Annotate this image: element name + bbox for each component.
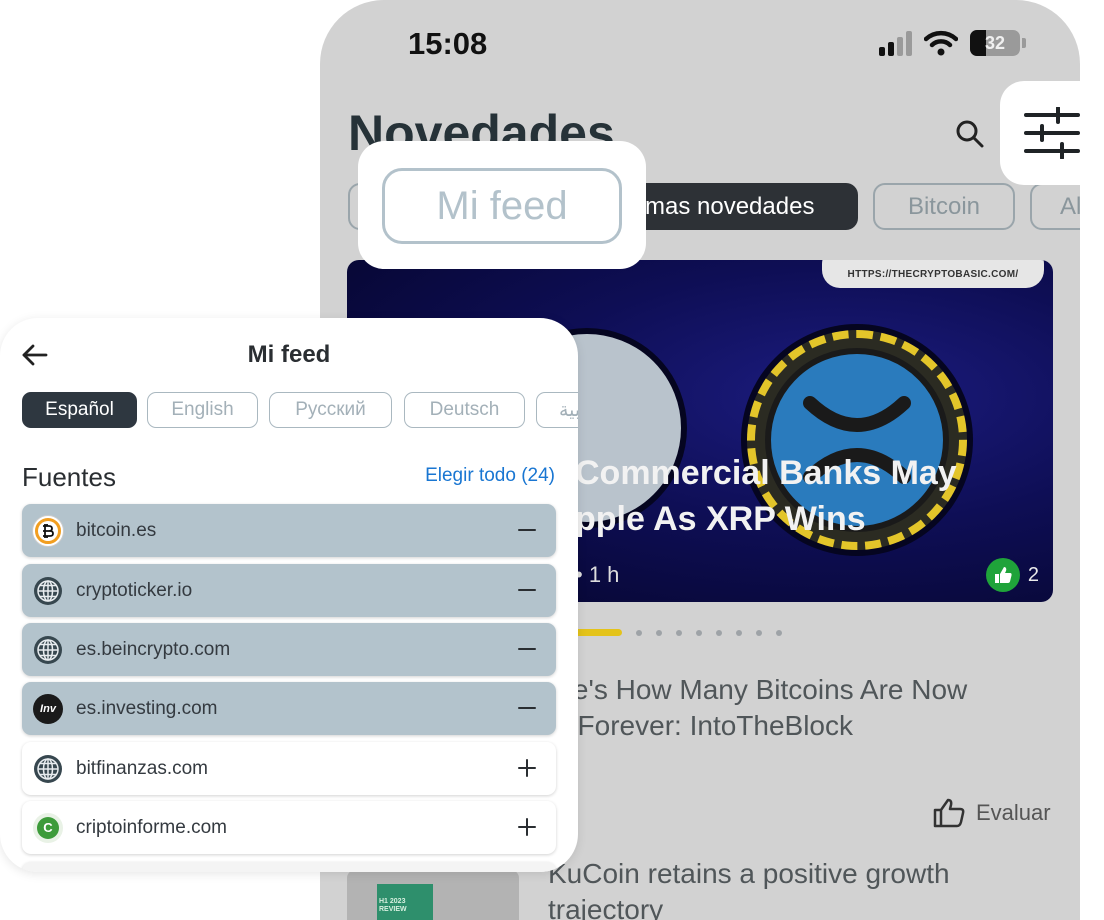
lang-deutsch[interactable]: Deutsch <box>404 392 525 428</box>
minus-icon[interactable] <box>516 638 538 660</box>
source-item-partial[interactable] <box>22 862 556 872</box>
battery-icon: 32 <box>970 30 1020 56</box>
status-icons: 32 <box>879 30 1026 56</box>
plus-icon[interactable] <box>516 757 538 779</box>
lang-russian[interactable]: Русский <box>269 392 392 428</box>
source-name: cryptoticker.io <box>76 579 193 601</box>
globe-icon <box>34 635 62 664</box>
plus-icon[interactable] <box>516 816 538 838</box>
pager-dot[interactable] <box>676 629 682 636</box>
thumbs-up-icon <box>985 558 1020 592</box>
globe-icon <box>34 754 62 783</box>
lang-arabic[interactable]: عربية <box>536 392 578 428</box>
article-thumbnail[interactable]: H1 2023 REVIEW <box>347 870 519 920</box>
source-name: es.beincrypto.com <box>76 638 231 660</box>
cellular-signal-icon <box>879 30 912 56</box>
mi-feed-chip[interactable]: Mi feed <box>382 168 622 244</box>
tab-ultimas-novedades[interactable]: mas novedades <box>628 183 858 230</box>
select-all-link[interactable]: Elegir todo (24) <box>425 465 555 487</box>
hero-time: • 1 h <box>575 562 620 587</box>
source-name: bitcoin.es <box>76 519 157 541</box>
mi-feed-panel: Mi feed Español English Русский Deutsch … <box>0 318 578 872</box>
minus-icon[interactable] <box>516 579 538 601</box>
investing-logo-icon: Inv <box>33 693 63 724</box>
thumbnail-text: H1 2023 REVIEW <box>379 898 407 913</box>
thumbs-up-outline-icon <box>933 798 965 828</box>
tab-bitcoin[interactable]: Bitcoin <box>873 183 1015 230</box>
source-item-bitfinanzas[interactable]: bitfinanzas.com <box>22 742 556 795</box>
lang-espanol[interactable]: Español <box>22 392 137 428</box>
carousel-pager <box>548 629 782 636</box>
sliders-icon <box>1024 107 1080 159</box>
battery-tip <box>1022 38 1026 48</box>
lang-english[interactable]: English <box>147 392 258 428</box>
pager-dot[interactable] <box>736 629 742 636</box>
article-title[interactable]: ere's How Many Bitcoins Are Now st Forev… <box>548 672 1048 744</box>
pager-dot[interactable] <box>656 629 662 636</box>
panel-title: Mi feed <box>247 341 331 368</box>
hero-title: Commercial Banks May pple As XRP Wins <box>575 454 957 538</box>
article2-title[interactable]: KuCoin retains a positive growth traject… <box>548 856 1048 920</box>
pager-dot[interactable] <box>716 629 722 636</box>
thumbnail-screen: H1 2023 REVIEW <box>377 884 433 920</box>
search-icon[interactable] <box>952 116 988 152</box>
source-item-investing[interactable]: Inv es.investing.com <box>22 682 556 735</box>
rate-label: Evaluar <box>976 800 1051 825</box>
sources-heading: Fuentes <box>22 462 116 492</box>
hero-source-url: HTTPS://THECRYPTOBASIC.COM/ <box>822 260 1044 288</box>
mi-feed-highlight: Mi feed <box>358 141 646 269</box>
rate-button[interactable]: Evaluar <box>932 797 1051 829</box>
language-tabs: Español English Русский Deutsch عربية <box>22 392 578 428</box>
minus-icon[interactable] <box>516 697 538 719</box>
source-item-cryptoticker[interactable]: cryptoticker.io <box>22 564 556 617</box>
source-name: es.investing.com <box>76 697 218 719</box>
source-name: bitfinanzas.com <box>76 757 209 779</box>
bitcoin-logo-icon <box>33 515 63 546</box>
wifi-icon <box>924 30 958 56</box>
tab-al[interactable]: Al <box>1030 183 1080 230</box>
source-item-beincrypto[interactable]: es.beincrypto.com <box>22 623 556 676</box>
source-item-bitcoin-es[interactable]: bitcoin.es <box>22 504 556 557</box>
source-name: criptoinforme.com <box>76 816 227 838</box>
pager-dot[interactable] <box>696 629 702 636</box>
battery-level: 32 <box>984 32 1006 53</box>
screen: 15:08 32 Novedades mas novedades Bitcoin… <box>0 0 1104 920</box>
pager-dot[interactable] <box>756 629 762 636</box>
likes-count: 2 <box>1027 563 1039 586</box>
minus-icon[interactable] <box>516 519 538 541</box>
status-time: 15:08 <box>408 26 488 61</box>
hero-likes[interactable]: 2 <box>985 558 1039 592</box>
pager-dot[interactable] <box>776 629 782 636</box>
criptoinforme-logo-icon: C <box>33 812 63 843</box>
source-item-criptoinforme[interactable]: C criptoinforme.com <box>22 801 556 854</box>
feed-settings-button[interactable] <box>1000 81 1104 185</box>
pager-dot[interactable] <box>636 629 642 636</box>
globe-icon <box>34 576 62 605</box>
